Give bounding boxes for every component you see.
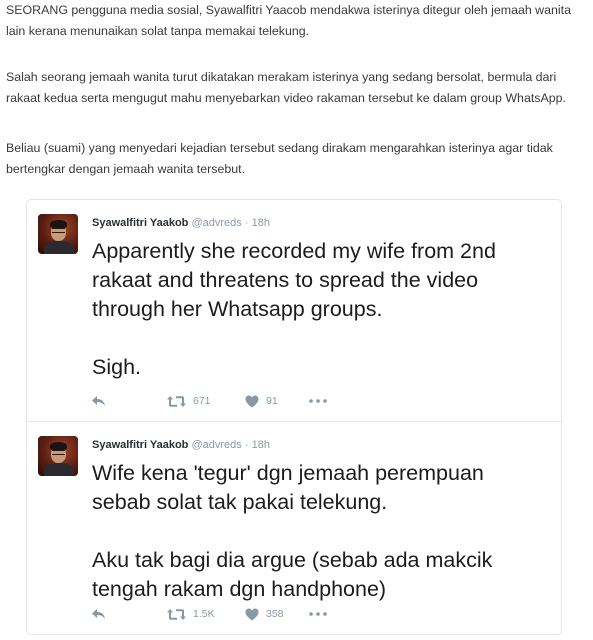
- tweet-text: Wife kena 'tegur' dgn jemaah perempuan s…: [92, 459, 557, 604]
- tweet-text-line: Wife kena 'tegur' dgn jemaah perempuan: [92, 461, 484, 485]
- like-button[interactable]: 91: [245, 395, 309, 408]
- tweet-actions: 1.5K 358: [91, 606, 333, 622]
- more-icon: [309, 612, 327, 616]
- tweet-header: Syawalfitri Yaakob @advreds · 18h: [92, 217, 270, 229]
- tweet-header: Syawalfitri Yaakob @advreds · 18h: [92, 439, 270, 451]
- heart-icon: [245, 608, 259, 620]
- user-name[interactable]: Syawalfitri Yaakob: [92, 217, 188, 229]
- like-count: 91: [266, 395, 278, 407]
- avatar[interactable]: [38, 214, 78, 254]
- tweet-timestamp[interactable]: 18h: [252, 217, 270, 229]
- tweet-text-line: through her Whatsapp groups.: [92, 297, 383, 321]
- article-paragraph-3: Beliau (suami) yang menyedari kejadian t…: [6, 138, 553, 180]
- user-handle[interactable]: @advreds: [191, 439, 241, 451]
- article-paragraph-1: SEORANG pengguna media sosial, Syawalfit…: [6, 0, 571, 42]
- retweet-button[interactable]: 1.5K: [167, 608, 245, 621]
- tweet-text-line: sebab solat tak pakai telekung.: [92, 490, 388, 514]
- avatar[interactable]: [38, 436, 78, 476]
- reply-icon: [92, 395, 105, 406]
- reply-icon: [92, 608, 105, 619]
- retweet-icon: [167, 608, 186, 620]
- retweet-button[interactable]: 671: [167, 395, 245, 408]
- tweet-text-line: tengah rakam dgn handphone): [92, 577, 387, 601]
- paragraph-line: Beliau (suami) yang menyedari kejadian t…: [6, 141, 553, 155]
- retweet-count: 1.5K: [193, 608, 215, 620]
- tweet-text-line: Sigh.: [92, 355, 142, 379]
- like-button[interactable]: 358: [245, 608, 309, 621]
- tweet-actions: 671 91: [91, 393, 333, 409]
- separator: ·: [244, 217, 249, 229]
- heart-icon: [245, 395, 259, 407]
- tweet-text-line: [92, 517, 557, 546]
- paragraph-line: lain kerana menunaikan solat tanpa memak…: [6, 24, 310, 38]
- paragraph-line: rakaat kedua serta mengugut mahu menyeba…: [6, 91, 566, 105]
- embedded-tweet-1: Syawalfitri Yaakob @advreds · 18h Appare…: [26, 199, 562, 422]
- more-button[interactable]: [309, 612, 333, 616]
- retweet-count: 671: [193, 395, 211, 407]
- retweet-icon: [167, 395, 186, 407]
- paragraph-line: SEORANG pengguna media sosial, Syawalfit…: [6, 3, 571, 17]
- user-handle[interactable]: @advreds: [191, 217, 241, 229]
- more-icon: [309, 399, 327, 403]
- separator: ·: [244, 439, 249, 451]
- tweet-text: Apparently she recorded my wife from 2nd…: [92, 237, 557, 382]
- user-name[interactable]: Syawalfitri Yaakob: [92, 439, 188, 451]
- paragraph-line: Salah seorang jemaah wanita turut dikata…: [6, 70, 557, 84]
- article-paragraph-2: Salah seorang jemaah wanita turut dikata…: [6, 67, 566, 109]
- tweet-text-line: [92, 324, 557, 353]
- tweet-text-line: Aku tak bagi dia argue (sebab ada makcik: [92, 548, 493, 572]
- more-button[interactable]: [309, 399, 333, 403]
- paragraph-line: bertengkar dengan jemaah wanita tersebut…: [6, 162, 246, 176]
- tweet-text-line: Apparently she recorded my wife from 2nd: [92, 239, 496, 263]
- tweet-text-line: rakaat and threatens to spread the video: [92, 268, 479, 292]
- reply-button[interactable]: [91, 395, 167, 408]
- reply-button[interactable]: [91, 608, 167, 621]
- like-count: 358: [266, 608, 284, 620]
- tweet-timestamp[interactable]: 18h: [252, 439, 270, 451]
- embedded-tweet-2: Syawalfitri Yaakob @advreds · 18h Wife k…: [26, 421, 562, 635]
